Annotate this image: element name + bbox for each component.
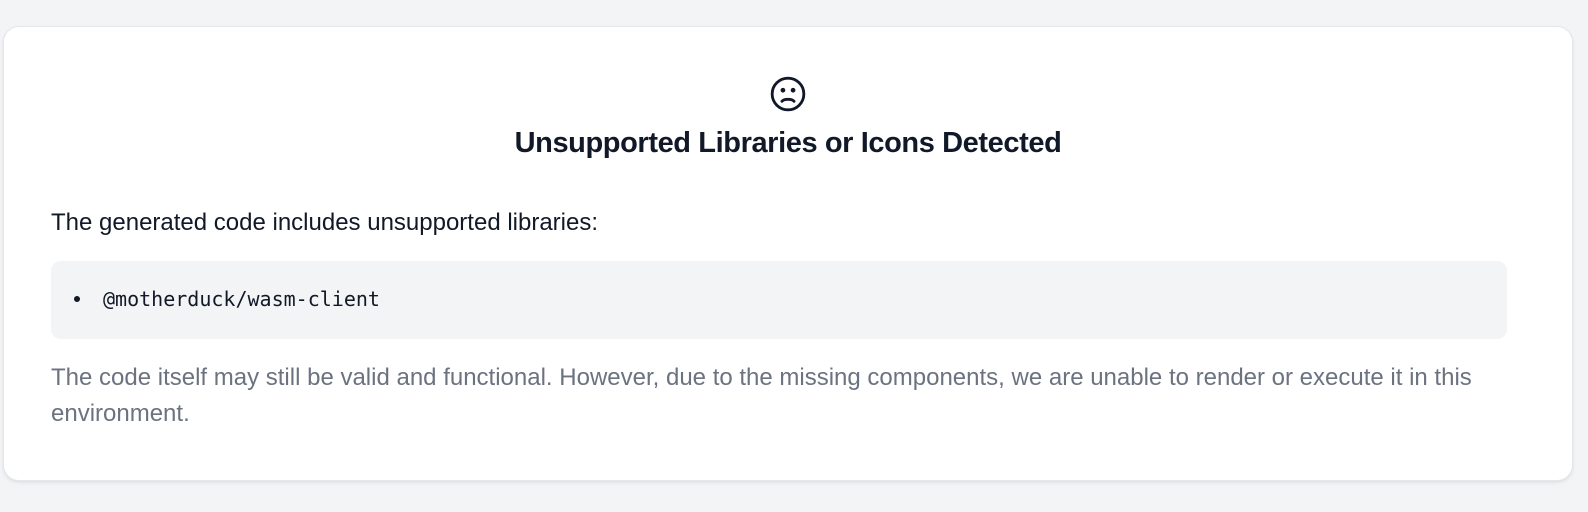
unsupported-libraries-card: Unsupported Libraries or Icons Detected … bbox=[3, 26, 1573, 481]
bullet-icon bbox=[74, 296, 80, 302]
page-title: Unsupported Libraries or Icons Detected bbox=[514, 127, 1062, 159]
icon-container bbox=[4, 75, 1572, 113]
library-list-box: @motherduck/wasm-client bbox=[51, 261, 1507, 339]
intro-text: The generated code includes unsupported … bbox=[51, 209, 599, 236]
library-name: @motherduck/wasm-client bbox=[103, 287, 380, 311]
explanation-note: The code itself may still be valid and f… bbox=[51, 364, 1472, 427]
sad-face-icon bbox=[770, 76, 806, 112]
list-item: @motherduck/wasm-client bbox=[74, 285, 380, 313]
